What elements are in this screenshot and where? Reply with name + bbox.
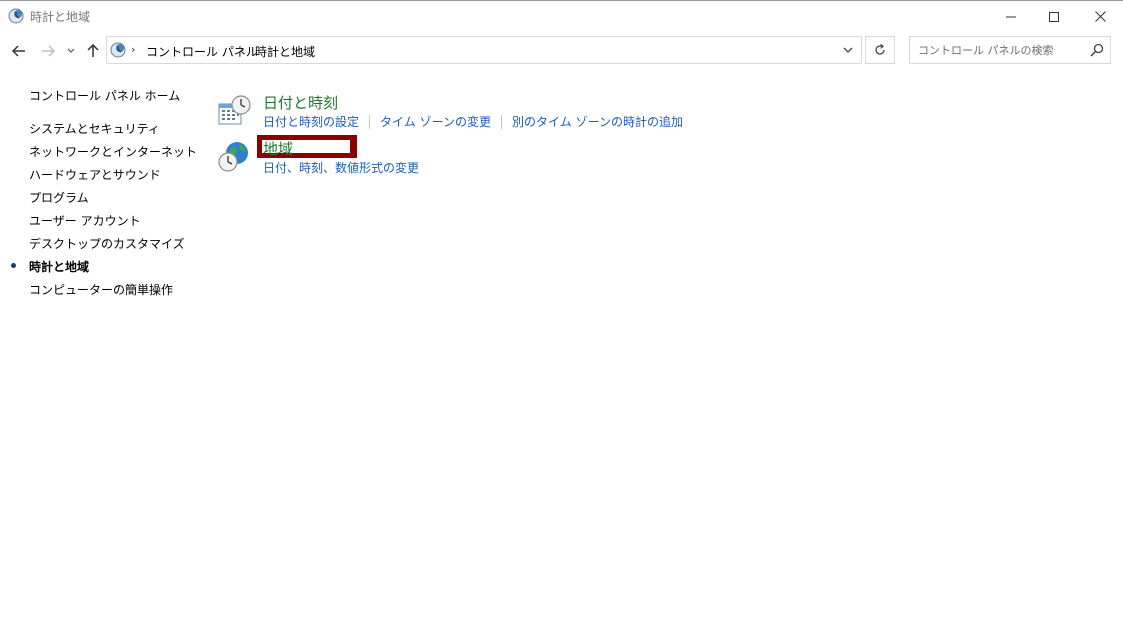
clock-globe-icon: [8, 8, 24, 24]
date-time-links: 日付と時刻の設定 タイム ゾーンの変更 別のタイム ゾーンの時計の追加: [263, 113, 683, 130]
link-divider: [501, 114, 502, 129]
close-icon: [1094, 11, 1106, 22]
breadcrumb-separator-icon[interactable]: ›: [240, 43, 244, 56]
globe-clock-icon[interactable]: [217, 140, 251, 174]
title-bar: 時計と地域: [0, 1, 1123, 31]
arrow-right-icon: [42, 45, 55, 57]
maximize-button[interactable]: [1031, 2, 1077, 31]
up-button[interactable]: [83, 40, 103, 62]
link-divider: [369, 114, 371, 129]
search-input[interactable]: [910, 37, 1082, 63]
close-button[interactable]: [1077, 2, 1123, 31]
sidebar-item-clock-region[interactable]: 時計と地域: [29, 258, 89, 275]
region-links: 日付、時刻、数値形式の変更: [263, 159, 419, 176]
chevron-down-icon: [843, 47, 853, 53]
chevron-down-icon: [67, 48, 75, 53]
sidebar-item-system-security[interactable]: システムとセキュリティ: [29, 120, 160, 137]
control-panel-home-link[interactable]: コントロール パネル ホーム: [29, 87, 180, 104]
breadcrumb-clock-region[interactable]: 時計と地域: [255, 43, 315, 60]
current-item-bullet: [11, 263, 16, 268]
search-box[interactable]: [909, 36, 1111, 64]
change-time-zone-link[interactable]: タイム ゾーンの変更: [380, 113, 491, 130]
minimize-button[interactable]: [988, 2, 1034, 31]
category-title-region[interactable]: 地域: [263, 138, 293, 159]
sidebar-item-programs[interactable]: プログラム: [29, 189, 89, 206]
change-date-time-number-formats-link[interactable]: 日付、時刻、数値形式の変更: [263, 159, 419, 176]
sidebar-item-hardware-sound[interactable]: ハードウェアとサウンド: [29, 166, 161, 183]
set-date-time-link[interactable]: 日付と時刻の設定: [263, 113, 359, 130]
sidebar-item-user-accounts[interactable]: ユーザー アカウント: [29, 212, 141, 229]
calendar-clock-icon[interactable]: [217, 94, 251, 128]
forward-button[interactable]: [37, 40, 59, 62]
sidebar-item-ease-of-access[interactable]: コンピューターの簡単操作: [29, 281, 173, 298]
category-title-date-time[interactable]: 日付と時刻: [263, 92, 338, 113]
minimize-icon: [1006, 16, 1016, 17]
clock-globe-icon: [110, 42, 126, 58]
recent-locations-button[interactable]: [64, 40, 78, 62]
search-icon[interactable]: [1090, 43, 1104, 57]
sidebar-item-network-internet[interactable]: ネットワークとインターネット: [29, 143, 197, 160]
address-bar[interactable]: › コントロール パネル › 時計と地域: [106, 36, 862, 64]
refresh-icon: [875, 44, 885, 55]
address-dropdown-button[interactable]: [835, 37, 861, 63]
refresh-button[interactable]: [865, 36, 895, 64]
breadcrumb-separator-icon[interactable]: ›: [131, 43, 135, 56]
arrow-up-icon: [87, 44, 99, 57]
window-title: 時計と地域: [30, 10, 91, 24]
maximize-icon: [1049, 11, 1059, 22]
add-clocks-link[interactable]: 別のタイム ゾーンの時計の追加: [512, 113, 683, 130]
sidebar-item-personalization[interactable]: デスクトップのカスタマイズ: [29, 235, 185, 252]
arrow-left-icon: [12, 45, 25, 57]
navigation-bar: › コントロール パネル › 時計と地域: [0, 36, 1123, 66]
back-button[interactable]: [8, 40, 30, 62]
